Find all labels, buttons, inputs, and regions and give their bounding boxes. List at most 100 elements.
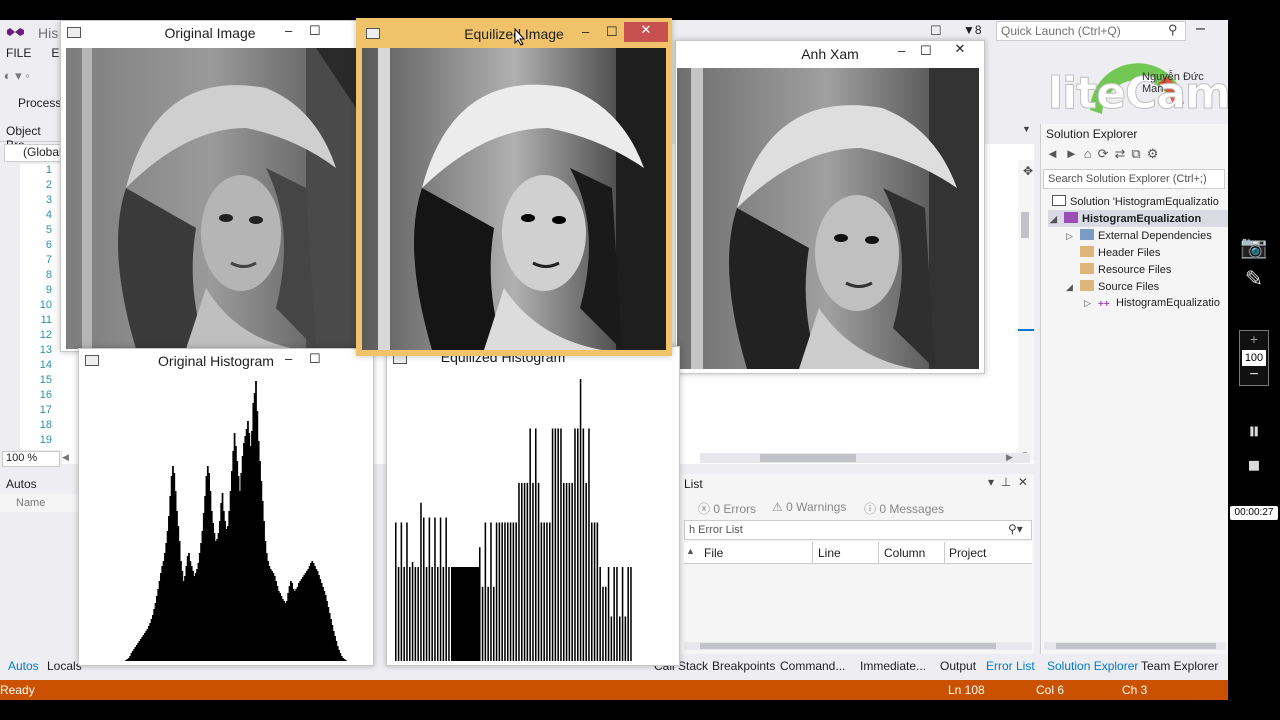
histogram-bar [507,522,509,661]
histogram-bar [414,567,417,661]
sync-icon[interactable]: ⟳ [1098,146,1115,161]
dropdown-arrow-icon[interactable]: ▼ [1022,124,1031,134]
tab-object-browser[interactable]: Object Bro [0,124,62,152]
column-column[interactable]: Column [884,546,925,560]
stop-icon[interactable]: ⏹ [1228,452,1280,480]
warnings-filter-button[interactable]: ⚠ 0 Warnings [772,500,846,514]
minimize-button[interactable]: – [1196,20,1205,38]
expand-arrow-icon[interactable]: ▷ [1084,298,1098,309]
forward-icon[interactable]: ► [1065,146,1084,161]
tree-source-file[interactable]: ▷ ++ HistogramEqualizatio [1084,297,1220,310]
camera-icon[interactable]: 📷 [1228,234,1280,260]
equalized-histogram-canvas [393,375,675,661]
notification-filter[interactable]: ▼8 [963,23,982,37]
tree-external-dependencies[interactable]: ▷ External Dependencies [1066,229,1212,242]
properties-icon[interactable]: ⚙ [1147,146,1165,161]
tree-label: HistogramEqualizatio [1116,297,1220,309]
window-original-image[interactable]: Original Image – ☐ [60,20,360,352]
histogram-bar [560,428,562,661]
window-equalized-image[interactable]: Equilized Image – ☐ ✕ [356,18,672,356]
messages-filter-button[interactable]: ⓘ 0 Messages [864,500,944,517]
close-icon[interactable]: ✕ [624,22,668,42]
dropdown-icon[interactable]: ▾ [988,475,994,489]
hscroll-thumb[interactable] [760,454,856,462]
portrait-image [677,68,979,369]
window-original-histogram[interactable]: Original Histogram – ☐ [78,348,374,666]
close-icon[interactable]: ✕ [1018,475,1028,489]
volume-down-icon[interactable]: − [1240,367,1268,383]
editor-horizontal-scrollbar[interactable] [700,453,1030,463]
histogram-bar [540,522,543,661]
status-ready: Ready [0,683,35,697]
warning-icon: ⚠ [772,500,787,514]
quick-launch-input[interactable]: Quick Launch (Ctrl+Q) [996,21,1186,41]
histogram-bar [585,482,587,661]
minimize-icon[interactable]: – [582,24,589,39]
tree-source-files[interactable]: ◢ Source Files [1066,280,1159,293]
tree-resource-files[interactable]: Resource Files [1066,263,1171,276]
line-number: 7 [45,254,52,266]
tab-error-list[interactable]: Error List [986,659,1035,673]
refresh-icon[interactable]: ⇄ [1115,146,1132,161]
errors-filter-button[interactable]: ⓧ 0 Errors [698,500,756,517]
maximize-icon[interactable]: ☐ [606,24,618,40]
maximize-icon[interactable]: ☐ [309,23,321,39]
scope-combo[interactable]: (Global [4,144,62,162]
minimize-icon[interactable]: – [898,43,905,58]
column-project[interactable]: Project [949,546,986,560]
histogram-bar [596,522,599,661]
scroll-right-icon[interactable]: ▶ [1006,452,1013,463]
volume-control[interactable]: + 100 − [1239,330,1269,386]
tree-header-files[interactable]: Header Files [1066,246,1160,259]
collapse-arrow-icon[interactable]: ◢ [1050,214,1064,225]
tree-solution[interactable]: Solution 'HistogramEqualizatio [1052,195,1219,208]
collapse-icon[interactable]: ⧉ [1131,146,1146,161]
grayscale-image-canvas [677,68,979,369]
tab-team-explorer[interactable]: Team Explorer [1141,659,1218,673]
back-icon[interactable]: ◄ [1046,146,1065,161]
tab-solution-explorer[interactable]: Solution Explorer [1047,659,1138,673]
tab-immediate[interactable]: Immediate... [860,659,926,673]
column-line[interactable]: Line [818,546,841,560]
menu-file[interactable]: FILE [6,46,31,60]
hscroll-thumb[interactable] [700,643,996,649]
column-file[interactable]: File [704,546,723,560]
tab-command[interactable]: Command... [780,659,845,673]
tab-breakpoints[interactable]: Breakpoints [712,659,775,673]
expand-arrow-icon[interactable]: ▷ [1066,231,1080,242]
tree-project[interactable]: ◢ HistogramEqualization [1050,212,1201,225]
tab-output[interactable]: Output [940,659,976,673]
pause-icon[interactable]: ⏸ [1228,418,1280,446]
solution-explorer-search-input[interactable]: Search Solution Explorer (Ctrl+;) [1043,169,1225,189]
window-title-bar[interactable]: Anh Xam – ☐ ✕ [676,41,984,67]
pin-icon[interactable]: ⊥ [1001,475,1011,489]
window-equalized-histogram[interactable]: Equilized Histogram [386,346,680,666]
window-title-bar[interactable]: Original Histogram – ☐ [79,349,373,375]
histogram-bar [395,522,397,661]
tab-locals[interactable]: Locals [47,659,82,673]
error-list-search-input[interactable]: h Error List [684,520,1032,540]
minimize-icon[interactable]: – [285,351,292,366]
tab-autos[interactable]: Autos [8,659,39,673]
window-anh-xam[interactable]: Anh Xam – ☐ ✕ [675,40,985,374]
histogram-bar [420,502,422,661]
maximize-icon[interactable]: ☐ [920,43,932,59]
scrollbar-thumb[interactable] [1021,212,1029,238]
pen-icon[interactable]: ✎ [1228,266,1280,292]
minimize-icon[interactable]: – [285,23,292,38]
home-icon[interactable]: ⌂ [1084,146,1098,161]
notification-icon[interactable]: ☐ [930,23,946,38]
volume-up-icon[interactable]: + [1240,331,1268,347]
autos-name-column[interactable]: Name [0,494,78,512]
editor-vertical-scrollbar[interactable]: ✥ ▼ [1018,160,1034,460]
window-title-bar[interactable]: Original Image – ☐ [61,21,359,47]
histogram-bar [406,522,408,661]
close-icon[interactable]: ✕ [938,41,982,61]
scroll-left-icon[interactable]: ◀ [62,452,69,463]
hscroll-thumb[interactable] [1056,643,1216,649]
collapse-arrow-icon[interactable]: ◢ [1066,282,1080,293]
split-icon[interactable]: ✥ [1023,164,1033,178]
maximize-icon[interactable]: ☐ [309,351,321,367]
zoom-combo[interactable]: 100 % [2,451,60,467]
back-icon[interactable]: ◐ ▾ ◦ [0,68,30,83]
